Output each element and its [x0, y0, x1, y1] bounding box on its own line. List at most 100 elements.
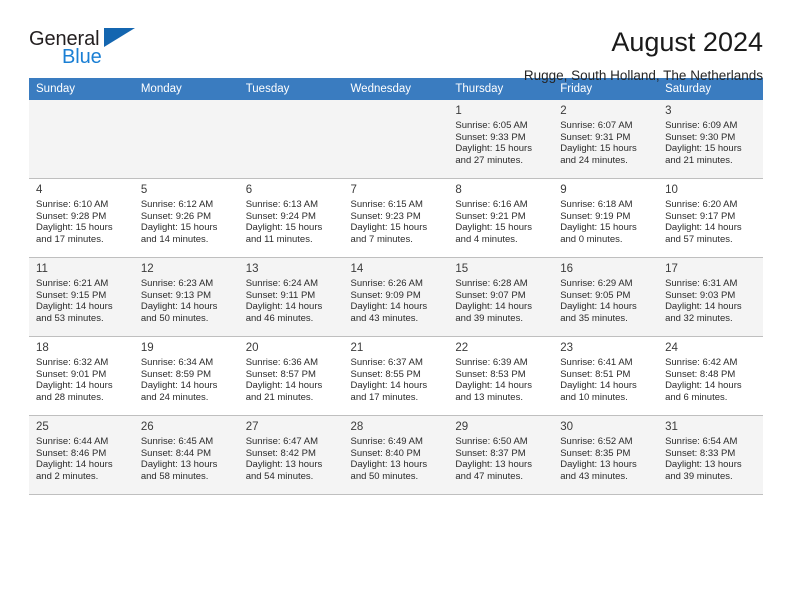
daylight-text-line2: and 28 minutes. [36, 391, 104, 403]
sunset-text: Sunset: 9:26 PM [140, 210, 212, 222]
day-cell-empty [238, 100, 344, 179]
sunset-text: Sunset: 8:35 PM [560, 447, 631, 459]
daylight-text-line1: Daylight: 14 hours [560, 301, 637, 313]
day-cell[interactable]: 7 Sunrise: 6:15 AM Sunset: 9:23 PM Dayli… [343, 178, 449, 258]
day-cell[interactable]: 17 Sunrise: 6:31 AM Sunset: 9:03 PM Dayl… [658, 257, 763, 337]
day-cell[interactable]: 20 Sunrise: 6:36 AM Sunset: 8:57 PM Dayl… [238, 336, 344, 416]
page-title: August 2024 [611, 27, 763, 57]
daylight-text-line2: and 32 minutes. [665, 312, 733, 324]
day-details: Sunrise: 6:23 AM Sunset: 9:13 PM Dayligh… [141, 278, 232, 324]
daylight-text-line1: Daylight: 14 hours [36, 301, 113, 313]
sunrise-text: Sunrise: 6:44 AM [36, 436, 109, 447]
daylight-text-line1: Daylight: 15 hours [36, 222, 113, 234]
day-cell-empty [343, 100, 449, 179]
sunrise-text: Sunrise: 6:21 AM [36, 278, 109, 289]
day-cell[interactable]: 28 Sunrise: 6:49 AM Sunset: 8:40 PM Dayl… [343, 415, 449, 495]
day-number: 19 [140, 342, 154, 354]
day-cell[interactable]: 9 Sunrise: 6:18 AM Sunset: 9:19 PM Dayli… [553, 178, 659, 258]
day-cell[interactable]: 13 Sunrise: 6:24 AM Sunset: 9:11 PM Dayl… [238, 257, 344, 337]
calendar-week-row: 11 Sunrise: 6:21 AM Sunset: 9:15 PM Dayl… [29, 257, 763, 337]
weekday-header-wednesday: Wednesday [343, 78, 449, 100]
day-details: Sunrise: 6:21 AM Sunset: 9:15 PM Dayligh… [36, 278, 127, 324]
day-cell[interactable]: 30 Sunrise: 6:52 AM Sunset: 8:35 PM Dayl… [553, 415, 659, 495]
sunrise-text: Sunrise: 6:10 AM [36, 199, 109, 210]
daylight-text-line2: and 27 minutes. [455, 154, 523, 166]
sunrise-text: Sunrise: 6:16 AM [455, 199, 528, 210]
day-number: 1 [455, 105, 462, 117]
day-cell[interactable]: 14 Sunrise: 6:26 AM Sunset: 9:09 PM Dayl… [343, 257, 449, 337]
daylight-text-line2: and 39 minutes. [665, 470, 733, 482]
daylight-text-line1: Daylight: 14 hours [665, 222, 742, 234]
daylight-text-line1: Daylight: 15 hours [350, 222, 428, 234]
day-cell[interactable]: 21 Sunrise: 6:37 AM Sunset: 8:55 PM Dayl… [343, 336, 449, 416]
day-cell[interactable]: 6 Sunrise: 6:13 AM Sunset: 9:24 PM Dayli… [238, 178, 344, 258]
day-cell[interactable]: 29 Sunrise: 6:50 AM Sunset: 8:37 PM Dayl… [448, 415, 554, 495]
daylight-text-line2: and 39 minutes. [455, 312, 523, 324]
day-details: Sunrise: 6:15 AM Sunset: 9:23 PM Dayligh… [351, 199, 442, 245]
daylight-text-line2: and 17 minutes. [350, 391, 419, 403]
daylight-text-line1: Daylight: 14 hours [140, 380, 218, 392]
day-cell[interactable]: 12 Sunrise: 6:23 AM Sunset: 9:13 PM Dayl… [133, 257, 239, 337]
day-cell[interactable]: 11 Sunrise: 6:21 AM Sunset: 9:15 PM Dayl… [29, 257, 134, 337]
calendar-week-row: 18 Sunrise: 6:32 AM Sunset: 9:01 PM Dayl… [29, 336, 763, 416]
day-cell[interactable]: 31 Sunrise: 6:54 AM Sunset: 8:33 PM Dayl… [658, 415, 763, 495]
day-cell[interactable]: 23 Sunrise: 6:41 AM Sunset: 8:51 PM Dayl… [553, 336, 659, 416]
day-cell[interactable]: 16 Sunrise: 6:29 AM Sunset: 9:05 PM Dayl… [553, 257, 659, 337]
daylight-text-line2: and 57 minutes. [665, 233, 733, 245]
day-cell[interactable]: 8 Sunrise: 6:16 AM Sunset: 9:21 PM Dayli… [448, 178, 554, 258]
sunset-text: Sunset: 8:57 PM [245, 368, 316, 380]
daylight-text-line2: and 53 minutes. [36, 312, 104, 324]
sunrise-text: Sunrise: 6:36 AM [245, 357, 319, 368]
day-cell[interactable]: 10 Sunrise: 6:20 AM Sunset: 9:17 PM Dayl… [658, 178, 763, 258]
day-number: 18 [36, 342, 49, 354]
sunrise-text: Sunrise: 6:41 AM [560, 357, 633, 368]
daylight-text-line2: and 7 minutes. [350, 233, 413, 245]
daylight-text-line1: Daylight: 15 hours [665, 143, 742, 155]
daylight-text-line1: Daylight: 13 hours [245, 459, 323, 471]
day-cell[interactable]: 2 Sunrise: 6:07 AM Sunset: 9:31 PM Dayli… [553, 100, 659, 179]
sunrise-text: Sunrise: 6:29 AM [560, 278, 633, 289]
day-cell[interactable]: 27 Sunrise: 6:47 AM Sunset: 8:42 PM Dayl… [238, 415, 344, 495]
day-number: 20 [245, 342, 259, 354]
sunrise-text: Sunrise: 6:49 AM [350, 436, 423, 447]
daylight-text-line2: and 50 minutes. [140, 312, 209, 324]
sunset-text: Sunset: 9:31 PM [560, 131, 631, 143]
sunrise-text: Sunrise: 6:37 AM [350, 357, 423, 368]
day-cell[interactable]: 25 Sunrise: 6:44 AM Sunset: 8:46 PM Dayl… [29, 415, 134, 495]
day-cell[interactable]: 22 Sunrise: 6:39 AM Sunset: 8:53 PM Dayl… [448, 336, 554, 416]
daylight-text-line2: and 11 minutes. [245, 233, 313, 245]
day-cell[interactable]: 4 Sunrise: 6:10 AM Sunset: 9:28 PM Dayli… [29, 178, 134, 258]
general-blue-logo: General Blue [29, 26, 229, 68]
day-cell[interactable]: 1 Sunrise: 6:05 AM Sunset: 9:33 PM Dayli… [448, 100, 554, 179]
sunrise-text: Sunrise: 6:42 AM [665, 357, 738, 368]
sunrise-text: Sunrise: 6:26 AM [350, 278, 423, 289]
sunset-text: Sunset: 9:28 PM [36, 210, 107, 222]
daylight-text-line1: Daylight: 15 hours [245, 222, 323, 234]
daylight-text-line2: and 54 minutes. [245, 470, 314, 482]
day-cell[interactable]: 15 Sunrise: 6:28 AM Sunset: 9:07 PM Dayl… [448, 257, 554, 337]
daylight-text-line2: and 21 minutes. [245, 391, 314, 403]
day-number: 14 [350, 263, 364, 275]
day-cell[interactable]: 18 Sunrise: 6:32 AM Sunset: 9:01 PM Dayl… [29, 336, 134, 416]
sunset-text: Sunset: 8:55 PM [350, 368, 421, 380]
daylight-text-line1: Daylight: 14 hours [245, 301, 323, 313]
day-number: 28 [350, 421, 364, 433]
sunset-text: Sunset: 9:07 PM [455, 289, 526, 301]
calendar-week-row: 4 Sunrise: 6:10 AM Sunset: 9:28 PM Dayli… [29, 178, 763, 258]
sunset-text: Sunset: 9:30 PM [665, 131, 736, 143]
day-details: Sunrise: 6:10 AM Sunset: 9:28 PM Dayligh… [36, 199, 127, 245]
day-details: Sunrise: 6:37 AM Sunset: 8:55 PM Dayligh… [351, 357, 442, 403]
day-cell[interactable]: 3 Sunrise: 6:09 AM Sunset: 9:30 PM Dayli… [658, 100, 763, 179]
day-cell[interactable]: 24 Sunrise: 6:42 AM Sunset: 8:48 PM Dayl… [658, 336, 763, 416]
sunrise-text: Sunrise: 6:50 AM [455, 436, 528, 447]
sunrise-text: Sunrise: 6:12 AM [140, 199, 214, 210]
weekday-header-sunday: Sunday [29, 78, 134, 100]
day-cell[interactable]: 26 Sunrise: 6:45 AM Sunset: 8:44 PM Dayl… [133, 415, 239, 495]
day-number: 9 [560, 184, 567, 196]
sunset-text: Sunset: 8:33 PM [665, 447, 736, 459]
day-details: Sunrise: 6:42 AM Sunset: 8:48 PM Dayligh… [665, 357, 756, 403]
sunrise-text: Sunrise: 6:07 AM [560, 120, 633, 131]
day-cell[interactable]: 19 Sunrise: 6:34 AM Sunset: 8:59 PM Dayl… [133, 336, 239, 416]
weekday-header-monday: Monday [133, 78, 239, 100]
day-cell[interactable]: 5 Sunrise: 6:12 AM Sunset: 9:26 PM Dayli… [133, 178, 239, 258]
